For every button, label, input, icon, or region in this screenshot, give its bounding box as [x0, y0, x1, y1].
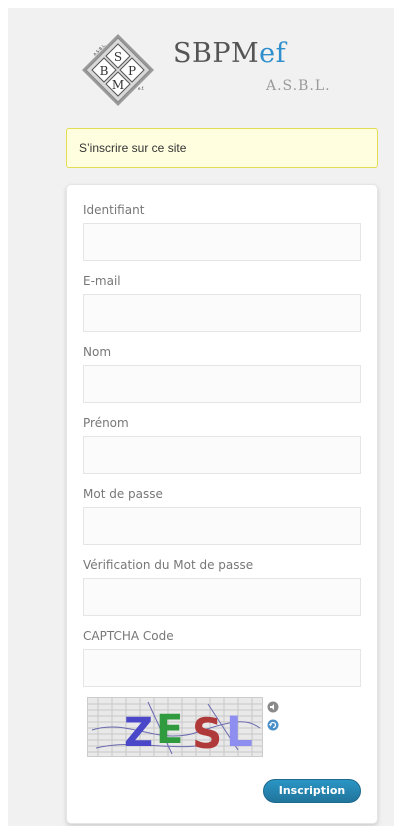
- register-notice-text: S’inscrire sur ce site: [79, 141, 187, 155]
- captcha-controls: [267, 701, 281, 737]
- lastname-input[interactable]: [83, 365, 361, 403]
- password-confirm-label: Vérification du Mot de passe: [83, 558, 254, 572]
- logo-tiny-text-right: e.f.: [138, 86, 144, 91]
- email-input[interactable]: [83, 294, 361, 332]
- speaker-icon[interactable]: [267, 701, 279, 713]
- firstname-input[interactable]: [83, 436, 361, 474]
- field-email: E-mail: [83, 274, 361, 332]
- password-input[interactable]: [83, 507, 361, 545]
- logo-letter-m: M: [112, 78, 124, 92]
- logo-subtitle: A.S.B.L.: [266, 78, 331, 94]
- field-captcha-code: CAPTCHA Code: [83, 629, 361, 687]
- logo-diamond-icon: S B P M A.S.B.L. e.f.: [82, 34, 154, 106]
- field-firstname: Prénom: [83, 416, 361, 474]
- logo-letter-p: P: [128, 64, 136, 78]
- register-notice: S’inscrire sur ce site: [66, 128, 378, 168]
- captcha-code-label: CAPTCHA Code: [83, 629, 174, 643]
- field-password: Mot de passe: [83, 487, 361, 545]
- lastname-label: Nom: [83, 345, 112, 359]
- email-label: E-mail: [83, 274, 121, 288]
- logo-title-accent: ef: [259, 38, 287, 69]
- site-logo[interactable]: S B P M A.S.B.L. e.f. SBPMef A.S.B.L.: [80, 32, 380, 106]
- field-lastname: Nom: [83, 345, 361, 403]
- captcha-letter-1: Z: [124, 710, 153, 756]
- refresh-icon[interactable]: [267, 719, 279, 731]
- captcha-letter-3: S: [192, 709, 222, 756]
- logo-title-main: SBPM: [173, 38, 260, 69]
- firstname-label: Prénom: [83, 416, 129, 430]
- logo-title: SBPMef: [173, 38, 286, 69]
- field-password-confirm: Vérification du Mot de passe: [83, 558, 361, 616]
- captcha-letter-4: L: [226, 707, 253, 756]
- logo-letter-b: B: [100, 64, 109, 78]
- username-input[interactable]: [83, 223, 361, 261]
- username-label: Identifiant: [83, 203, 145, 217]
- field-username: Identifiant: [83, 203, 361, 261]
- registration-form: Identifiant E-mail Nom Prénom Mot de pas…: [66, 184, 378, 824]
- password-label: Mot de passe: [83, 487, 163, 501]
- captcha-code-input[interactable]: [83, 649, 361, 687]
- password-confirm-input[interactable]: [83, 578, 361, 616]
- captcha-letter-2: E: [156, 707, 183, 753]
- logo-letter-s: S: [114, 50, 122, 64]
- captcha-image: Z E S L: [87, 697, 263, 757]
- register-button[interactable]: Inscription: [263, 779, 361, 803]
